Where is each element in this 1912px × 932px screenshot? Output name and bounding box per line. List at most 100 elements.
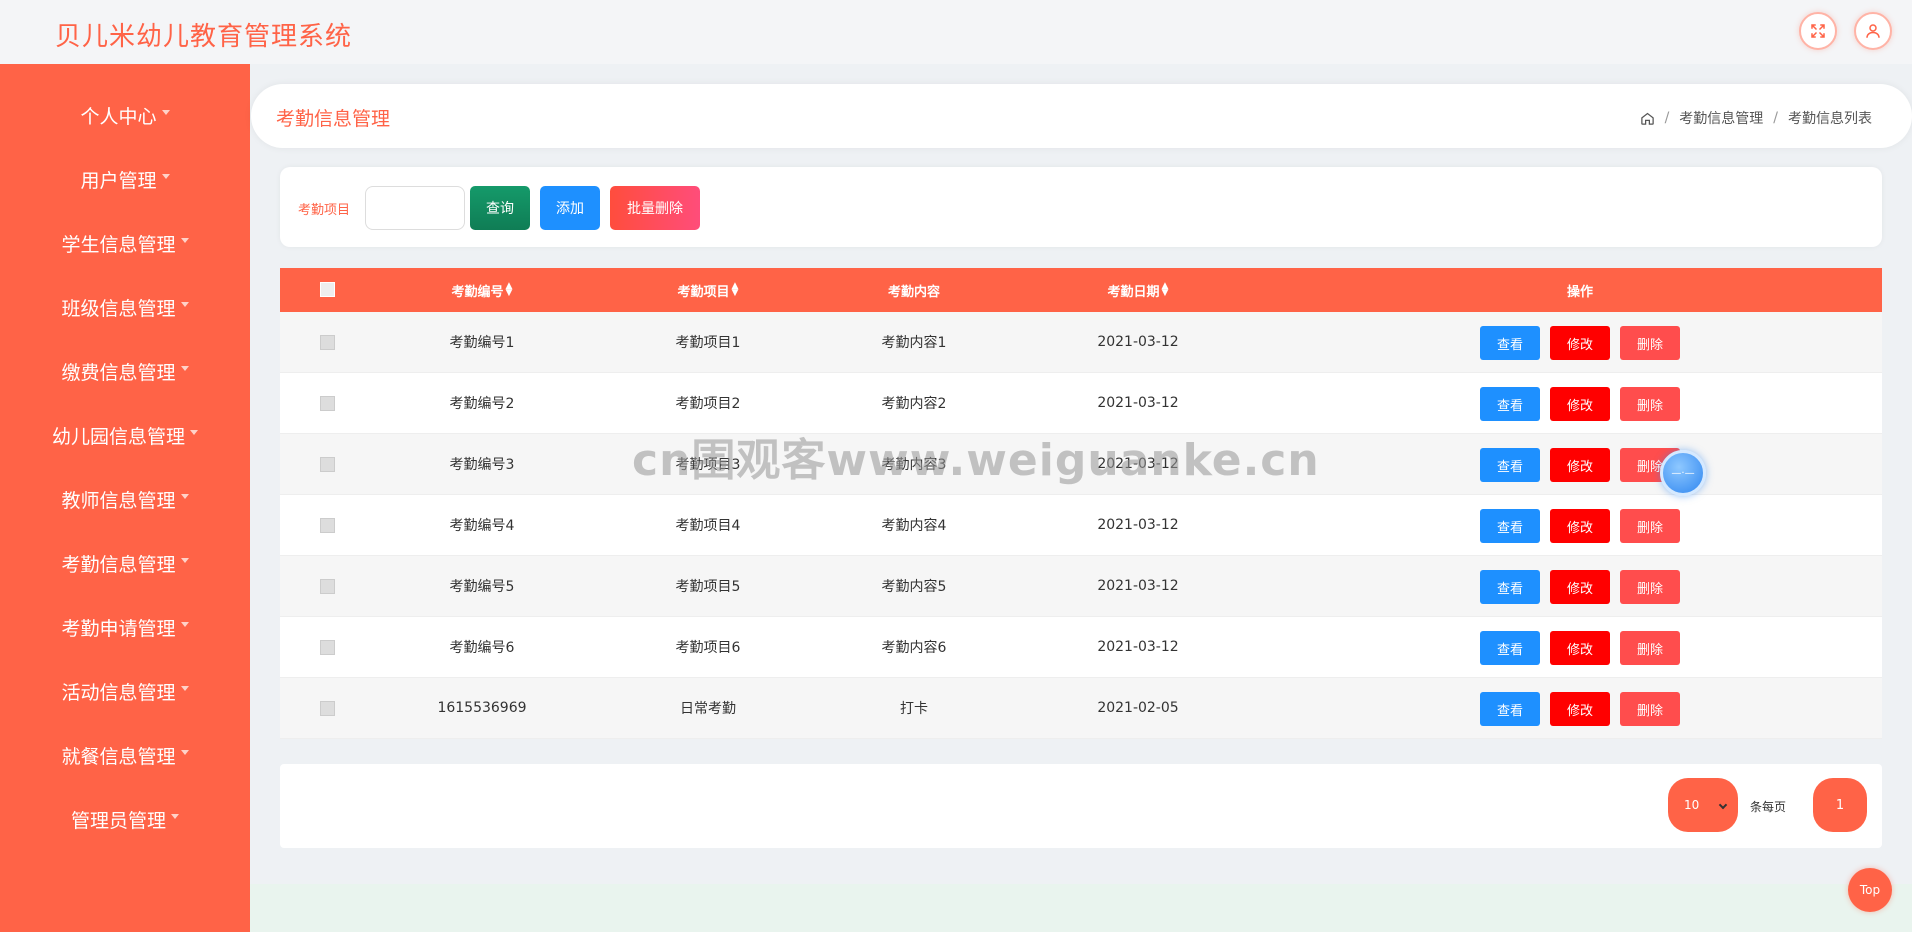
edit-button[interactable]: 修改: [1550, 570, 1610, 604]
cell-code: 1615536969: [437, 700, 527, 716]
sidebar-item-users[interactable]: 用户管理: [0, 159, 250, 199]
table-row: 考勤编号4 考勤项目4 考勤内容4 2021-03-12 查看 修改 删除: [280, 495, 1882, 556]
cell-item: 考勤项目2: [675, 396, 741, 412]
delete-button[interactable]: 删除: [1620, 326, 1680, 360]
delete-button[interactable]: 删除: [1620, 570, 1680, 604]
edit-button[interactable]: 修改: [1550, 387, 1610, 421]
sort-icon: ▲ ▼: [731, 281, 739, 298]
row-checkbox[interactable]: [320, 701, 335, 716]
query-button[interactable]: 查询: [470, 186, 530, 230]
column-header-date[interactable]: 考勤日期 ▲ ▼: [1038, 268, 1238, 312]
edit-button[interactable]: 修改: [1550, 448, 1610, 482]
edit-button[interactable]: 修改: [1550, 631, 1610, 665]
page-size-select[interactable]: 10: [1668, 778, 1738, 832]
column-header-code[interactable]: 考勤编号 ▲ ▼: [382, 268, 582, 312]
row-checkbox[interactable]: [320, 396, 335, 411]
view-button[interactable]: 查看: [1480, 509, 1540, 543]
cell-date: 2021-03-12: [1097, 395, 1179, 411]
sort-icon: ▲ ▼: [505, 281, 513, 298]
column-header-actions: 操作: [1566, 284, 1593, 300]
delete-button[interactable]: 删除: [1620, 692, 1680, 726]
sidebar-item-label: 个人中心: [80, 105, 157, 128]
table-row: 考勤编号2 考勤项目2 考勤内容2 2021-03-12 查看 修改 删除: [280, 373, 1882, 434]
sidebar-item-activities[interactable]: 活动信息管理: [0, 671, 250, 711]
pagination: 10 条每页 1: [280, 764, 1882, 848]
sidebar-item-label: 缴费信息管理: [61, 361, 176, 384]
select-all-checkbox[interactable]: [320, 282, 335, 297]
sidebar-item-classes[interactable]: 班级信息管理: [0, 287, 250, 327]
home-icon[interactable]: [1640, 111, 1655, 126]
add-button[interactable]: 添加: [540, 186, 600, 230]
cell-code: 考勤编号5: [449, 579, 515, 595]
page-number[interactable]: 1: [1813, 778, 1867, 832]
cell-item: 日常考勤: [680, 701, 736, 717]
table-header: 考勤编号 ▲ ▼ 考勤项目 ▲ ▼ 考勤内容 考勤日期 ▲ ▼ 操作: [280, 268, 1882, 312]
breadcrumb-item[interactable]: 考勤信息管理: [1679, 108, 1763, 128]
search-input[interactable]: [365, 186, 465, 230]
sidebar-item-kindergartens[interactable]: 幼儿园信息管理: [0, 415, 250, 455]
sidebar-item-teachers[interactable]: 教师信息管理: [0, 479, 250, 519]
cell-code: 考勤编号1: [449, 335, 515, 351]
column-header-item[interactable]: 考勤项目 ▲ ▼: [608, 268, 808, 312]
delete-button[interactable]: 删除: [1620, 631, 1680, 665]
row-checkbox[interactable]: [320, 579, 335, 594]
sidebar-item-attendance-requests[interactable]: 考勤申请管理: [0, 607, 250, 647]
cell-date: 2021-03-12: [1097, 639, 1179, 655]
table-row: 考勤编号1 考勤项目1 考勤内容1 2021-03-12 查看 修改 删除: [280, 312, 1882, 373]
cell-date: 2021-03-12: [1097, 456, 1179, 472]
sidebar-item-label: 管理员管理: [70, 809, 166, 832]
table-row: 考勤编号6 考勤项目6 考勤内容6 2021-03-12 查看 修改 删除: [280, 617, 1882, 678]
view-button[interactable]: 查看: [1480, 631, 1540, 665]
edit-button[interactable]: 修改: [1550, 326, 1610, 360]
row-checkbox[interactable]: [320, 335, 335, 350]
breadcrumb-separator: /: [1773, 110, 1778, 126]
sidebar-item-profile[interactable]: 个人中心: [0, 95, 250, 135]
cell-content: 打卡: [900, 701, 928, 717]
floating-assistant-icon[interactable]: —·—: [1660, 450, 1706, 496]
cell-item: 考勤项目3: [675, 457, 741, 473]
batch-delete-button[interactable]: 批量删除: [610, 186, 700, 230]
view-button[interactable]: 查看: [1480, 570, 1540, 604]
view-button[interactable]: 查看: [1480, 387, 1540, 421]
chevron-down-icon: [180, 301, 189, 307]
delete-button[interactable]: 删除: [1620, 509, 1680, 543]
cell-item: 考勤项目6: [675, 640, 741, 656]
sidebar-item-label: 考勤申请管理: [61, 617, 176, 640]
cell-date: 2021-03-12: [1097, 578, 1179, 594]
cell-item: 考勤项目5: [675, 579, 741, 595]
fullscreen-icon[interactable]: [1799, 12, 1837, 50]
edit-button[interactable]: 修改: [1550, 509, 1610, 543]
cell-content: 考勤内容1: [881, 335, 947, 351]
sidebar-item-admins[interactable]: 管理员管理: [0, 799, 250, 839]
sidebar-item-meals[interactable]: 就餐信息管理: [0, 735, 250, 775]
view-button[interactable]: 查看: [1480, 326, 1540, 360]
chevron-down-icon: [180, 365, 189, 371]
sidebar-item-students[interactable]: 学生信息管理: [0, 223, 250, 263]
back-to-top-button[interactable]: Top: [1848, 868, 1892, 912]
sidebar-item-label: 教师信息管理: [61, 489, 176, 512]
sidebar-item-attendance[interactable]: 考勤信息管理: [0, 543, 250, 583]
table-row: 1615536969 日常考勤 打卡 2021-02-05 查看 修改 删除: [280, 678, 1882, 739]
chevron-down-icon: [161, 109, 170, 115]
search-label: 考勤项目: [298, 203, 351, 218]
sidebar-item-label: 学生信息管理: [61, 233, 176, 256]
chevron-down-icon: [161, 173, 170, 179]
sidebar-item-payments[interactable]: 缴费信息管理: [0, 351, 250, 391]
breadcrumb-separator: /: [1664, 110, 1670, 126]
row-checkbox[interactable]: [320, 457, 335, 472]
chevron-down-icon: [171, 813, 179, 819]
chevron-down-icon: [180, 557, 189, 563]
delete-button[interactable]: 删除: [1620, 387, 1680, 421]
cell-date: 2021-03-12: [1097, 517, 1179, 533]
chevron-down-icon: [180, 621, 189, 627]
sidebar-item-label: 幼儿园信息管理: [51, 425, 185, 448]
edit-button[interactable]: 修改: [1550, 692, 1610, 726]
app-title: 贝儿米幼儿教育管理系统: [55, 22, 353, 52]
user-icon[interactable]: [1854, 12, 1892, 50]
table-row: 考勤编号3 考勤项目3 考勤内容3 2021-03-12 查看 修改 删除: [280, 434, 1882, 495]
view-button[interactable]: 查看: [1480, 448, 1540, 482]
row-checkbox[interactable]: [320, 640, 335, 655]
view-button[interactable]: 查看: [1480, 692, 1540, 726]
cell-code: 考勤编号3: [449, 457, 515, 473]
row-checkbox[interactable]: [320, 518, 335, 533]
